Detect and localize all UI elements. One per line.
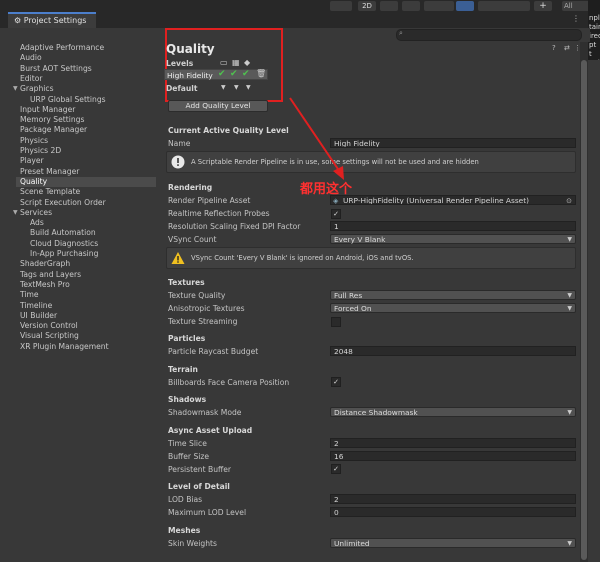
scrollbar-thumb[interactable] [581,60,587,560]
annotation-arrow [289,97,344,180]
